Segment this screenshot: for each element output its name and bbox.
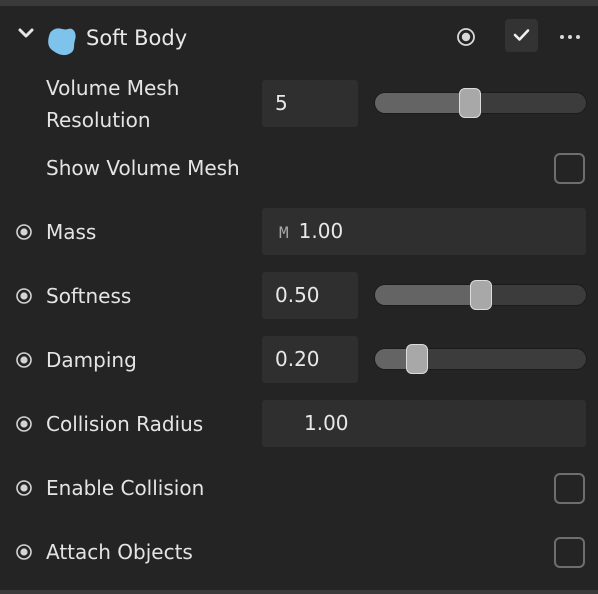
- slider-thumb[interactable]: [406, 344, 428, 374]
- keyframe-dot-icon[interactable]: [15, 543, 33, 561]
- softness-value: 0.50: [275, 283, 320, 307]
- radio-dot-icon[interactable]: [455, 26, 477, 48]
- more-options-icon[interactable]: [558, 26, 582, 48]
- component-header: Soft Body: [0, 6, 598, 62]
- slider-thumb[interactable]: [470, 280, 492, 310]
- property-label-softness: Softness: [46, 284, 132, 308]
- keyframe-dot-icon[interactable]: [15, 287, 33, 305]
- property-label-attach-objects: Attach Objects: [46, 540, 193, 564]
- keyframe-dot-icon[interactable]: [15, 223, 33, 241]
- keyframe-dot-icon[interactable]: [15, 479, 33, 497]
- volume-mesh-resolution-value: 5: [275, 91, 288, 115]
- mass-value: 1.00: [298, 219, 344, 243]
- property-label-volume-mesh-resolution-line2: Resolution: [46, 108, 151, 132]
- panel-bottom-border: [0, 590, 598, 594]
- damping-input[interactable]: 0.20: [262, 336, 358, 383]
- attach-objects-checkbox[interactable]: [554, 537, 585, 568]
- volume-mesh-resolution-slider[interactable]: [374, 88, 587, 118]
- collision-radius-value: 1.00: [304, 411, 349, 435]
- keyframe-dot-icon[interactable]: [15, 351, 33, 369]
- enable-collision-checkbox[interactable]: [554, 473, 585, 504]
- slider-thumb[interactable]: [459, 88, 481, 118]
- mass-input[interactable]: M 1.00: [262, 208, 586, 255]
- property-label-mass: Mass: [46, 220, 97, 244]
- softness-slider[interactable]: [374, 280, 587, 310]
- enable-component-checkbox[interactable]: [505, 19, 538, 52]
- component-title: Soft Body: [86, 26, 188, 50]
- collision-radius-input[interactable]: 1.00: [262, 400, 586, 447]
- mass-unit-prefix: M: [279, 223, 289, 242]
- show-volume-mesh-checkbox[interactable]: [554, 153, 585, 184]
- damping-value: 0.20: [275, 347, 320, 371]
- chevron-down-icon[interactable]: [17, 26, 35, 40]
- property-label-volume-mesh-resolution-line1: Volume Mesh: [46, 76, 180, 100]
- property-label-enable-collision: Enable Collision: [46, 476, 205, 500]
- slider-fill: [375, 93, 471, 113]
- keyframe-dot-icon[interactable]: [15, 415, 33, 433]
- slider-fill: [375, 285, 482, 305]
- damping-slider[interactable]: [374, 344, 587, 374]
- property-label-collision-radius: Collision Radius: [46, 412, 204, 436]
- softness-input[interactable]: 0.50: [262, 272, 358, 319]
- volume-mesh-resolution-input[interactable]: 5: [262, 80, 358, 127]
- soft-body-blob-icon: [47, 26, 77, 56]
- property-label-damping: Damping: [46, 348, 137, 372]
- checkmark-icon: [513, 29, 530, 41]
- property-label-show-volume-mesh: Show Volume Mesh: [46, 156, 240, 180]
